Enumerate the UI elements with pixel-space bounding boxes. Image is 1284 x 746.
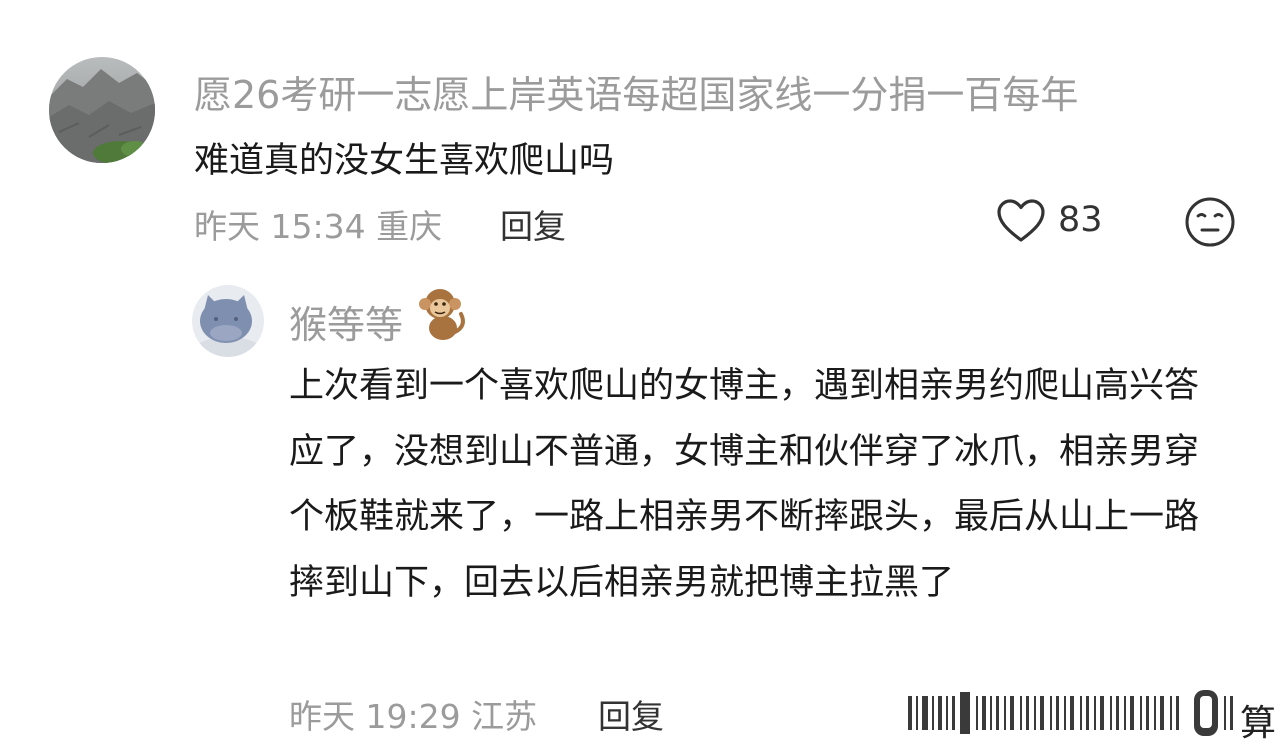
comment-meta: 昨天 15:34 重庆 [194, 207, 443, 246]
reply-meta: 昨天 19:29 江苏 [289, 697, 538, 736]
user-avatar[interactable] [49, 57, 155, 163]
watermark-barcode [900, 684, 1284, 742]
comment-text: 难道真的没女生喜欢爬山吗 [194, 141, 615, 181]
monkey-emoji-icon [413, 284, 471, 342]
reply-button[interactable]: 回复 [500, 200, 566, 248]
reply-reply-button[interactable]: 回复 [598, 690, 664, 738]
reply-text: 上次看到一个喜欢爬山的女博主，遇到相亲男约爬山高兴答应了，没想到山不普通，女博主… [289, 366, 1200, 603]
reply-user-avatar[interactable] [192, 285, 264, 357]
like-count: 83 [1058, 200, 1103, 240]
reply-username[interactable]: 猴等等 [289, 294, 403, 349]
neutral-face-icon[interactable] [1184, 196, 1236, 248]
heart-outline-icon[interactable] [996, 198, 1046, 244]
watermark-text: 算 [1240, 703, 1277, 744]
username[interactable]: 愿26考研一志愿上岸英语每超国家线一分捐一百每年 [194, 64, 1078, 119]
